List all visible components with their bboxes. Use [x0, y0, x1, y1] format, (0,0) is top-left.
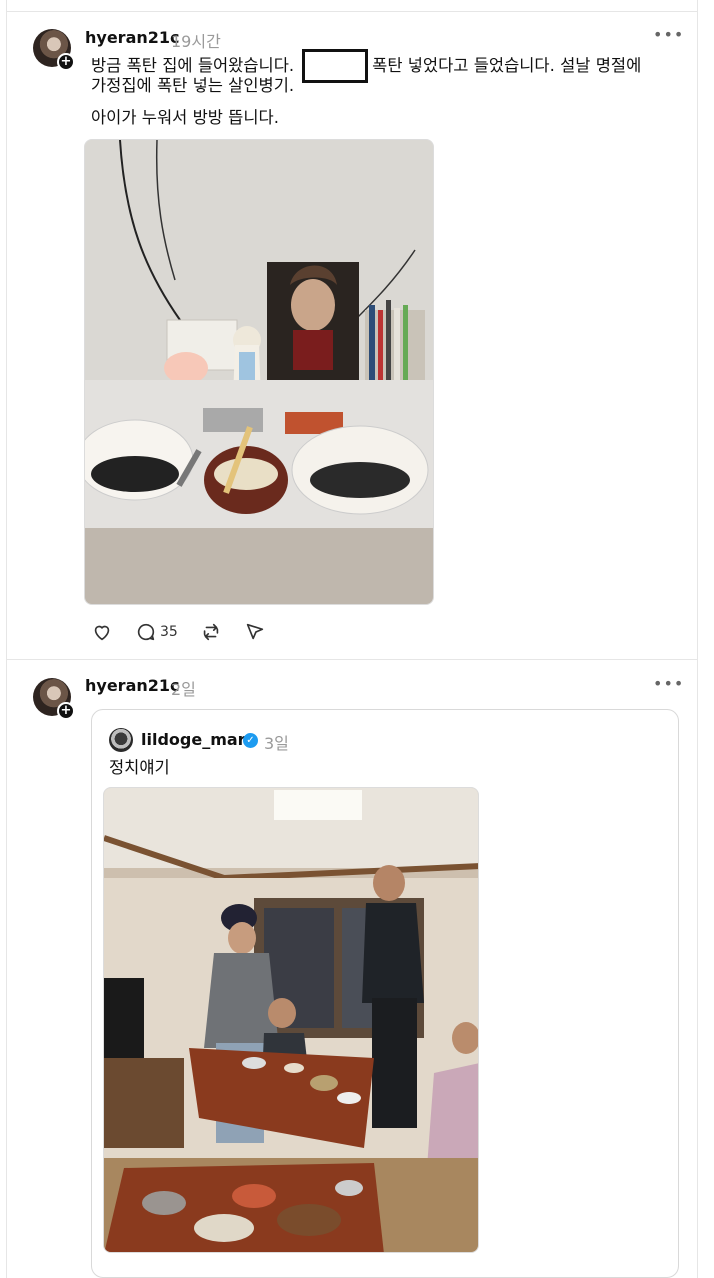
comment-button[interactable]: 35	[135, 621, 178, 643]
quoted-username[interactable]: lildoge_mars	[141, 730, 255, 749]
feed-container: + hyeran21c 19시간 ••• 방금 폭탄 집에 들어왔습니다. 폭탄 …	[6, 0, 698, 1278]
repost-icon	[203, 623, 219, 641]
heart-icon	[94, 625, 110, 641]
altar-table-photo	[85, 140, 433, 604]
post-actions: 35	[91, 620, 288, 644]
post-photo[interactable]	[84, 139, 434, 605]
send-icon	[246, 623, 263, 640]
like-button[interactable]	[91, 621, 113, 643]
quoted-post-text: 정치얘기	[109, 758, 170, 777]
quoted-avatar[interactable]	[109, 728, 133, 752]
more-options-icon[interactable]: •••	[653, 674, 684, 693]
username[interactable]: hyeran21c	[85, 28, 180, 47]
comment-count: 35	[160, 624, 178, 640]
post-divider	[7, 659, 697, 660]
post-text-line-2: 가정집에 폭탄 넣는 살인병기.	[91, 76, 295, 95]
verified-badge-icon: ✓	[243, 733, 258, 748]
more-options-icon[interactable]: •••	[653, 25, 684, 44]
comment-icon	[137, 623, 155, 641]
timestamp[interactable]: 2일	[171, 676, 196, 700]
quoted-post-card[interactable]: lildoge_mars ✓ 3일 정치얘기	[91, 709, 679, 1278]
post-text-line-3: 아이가 누워서 방방 뜹니다.	[91, 108, 279, 127]
share-button[interactable]	[244, 621, 266, 643]
quoted-timestamp[interactable]: 3일	[264, 730, 289, 754]
quoted-post-photo[interactable]	[103, 787, 479, 1253]
post-text-segment: 방금 폭탄 집에 들어왔습니다.	[91, 56, 295, 75]
follow-plus-icon[interactable]: +	[57, 53, 75, 71]
repost-button[interactable]	[200, 621, 222, 643]
top-divider	[7, 11, 697, 12]
post-text-segment: 폭탄 넣었다고 들었습니다. 설날 명절에	[372, 56, 642, 75]
username[interactable]: hyeran21c	[85, 676, 180, 695]
redaction-box	[302, 49, 369, 83]
family-argument-photo	[104, 788, 478, 1252]
follow-plus-icon[interactable]: +	[57, 702, 75, 720]
